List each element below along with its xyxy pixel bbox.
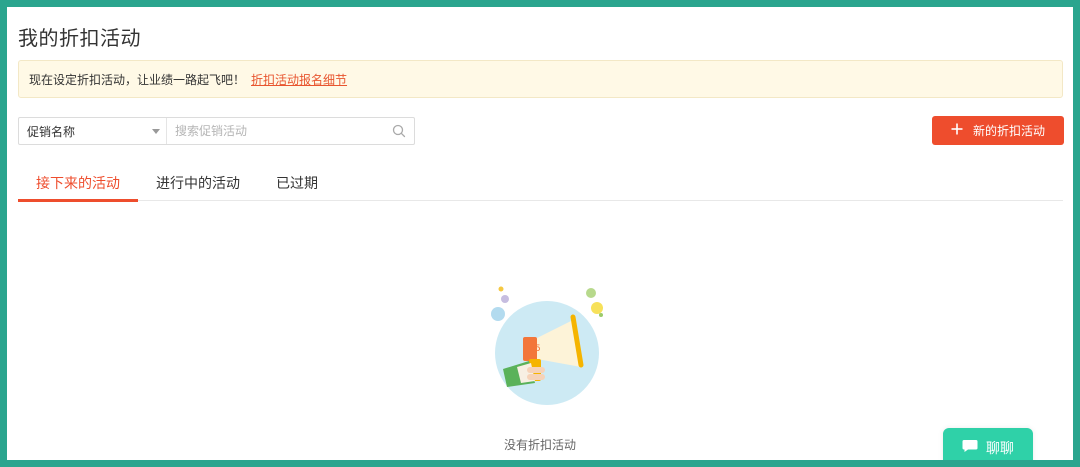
chat-button[interactable]: 聊聊 — [943, 428, 1033, 460]
megaphone-empty-illustration: 5 — [491, 286, 603, 405]
add-discount-label: 新的折扣活动 — [972, 124, 1045, 138]
search-input[interactable] — [167, 118, 384, 144]
svg-text:5: 5 — [535, 344, 541, 354]
main-panel: 我的折扣活动 现在设定折扣活动，让业绩一路起飞吧！ 折扣活动报名细节 促销名称 … — [7, 7, 1073, 460]
add-discount-button[interactable]: 新的折扣活动 — [932, 116, 1064, 145]
chat-label: 聊聊 — [986, 441, 1014, 457]
notice-link[interactable]: 折扣活动报名细节 — [251, 71, 347, 88]
page-title: 我的折扣活动 — [18, 26, 141, 50]
tab-expired[interactable]: 已过期 — [258, 169, 336, 201]
filter-type-value: 促销名称 — [27, 124, 76, 139]
tab-ongoing[interactable]: 进行中的活动 — [138, 169, 258, 201]
tab-upcoming[interactable]: 接下来的活动 — [18, 169, 138, 202]
tab-bar: 接下来的活动 进行中的活动 已过期 — [18, 169, 1063, 202]
search-filter: 促销名称 — [18, 117, 415, 145]
empty-state-text: 没有折扣活动 — [503, 438, 576, 452]
notice-text: 现在设定折扣活动，让业绩一路起飞吧！ — [29, 72, 246, 87]
plus-icon — [951, 123, 963, 138]
search-icon[interactable] — [384, 118, 414, 144]
filter-type-select[interactable]: 促销名称 — [19, 118, 167, 144]
chat-bubble-icon — [962, 439, 978, 457]
chevron-down-icon — [152, 128, 160, 134]
notice-banner: 现在设定折扣活动，让业绩一路起飞吧！ 折扣活动报名细节 — [18, 60, 1063, 98]
